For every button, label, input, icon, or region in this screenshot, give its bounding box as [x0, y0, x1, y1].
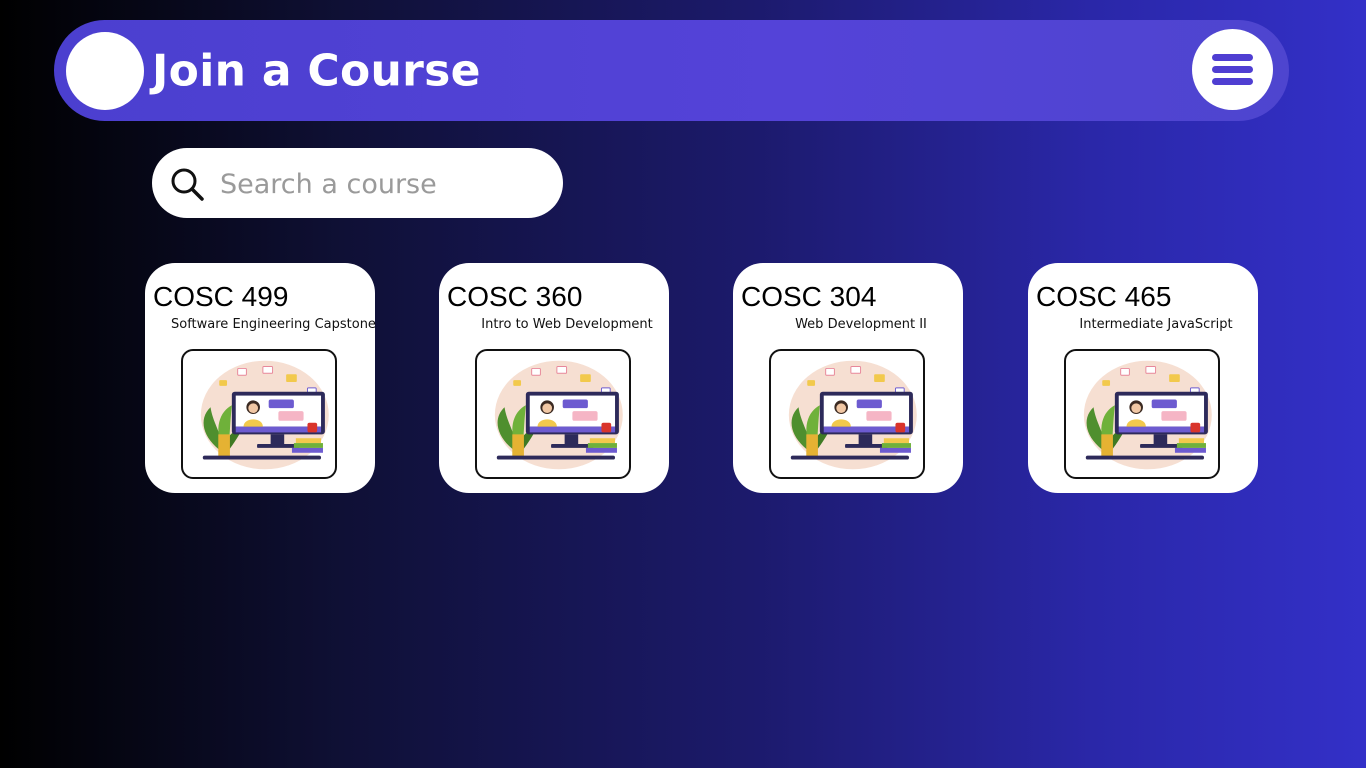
online-learning-illustration [769, 349, 925, 479]
search-input[interactable] [218, 160, 542, 208]
course-code: COSC 499 [153, 281, 289, 312]
course-code: COSC 360 [447, 281, 583, 312]
course-card-cosc304[interactable]: COSC 304 Web Development II [733, 263, 963, 493]
profile-avatar[interactable] [66, 32, 144, 110]
hamburger-bar-2 [1212, 66, 1253, 73]
search-icon [171, 168, 204, 201]
course-code: COSC 465 [1036, 281, 1172, 312]
hamburger-bar-3 [1212, 78, 1253, 85]
course-card-cosc360[interactable]: COSC 360 Intro to Web Development [439, 263, 669, 493]
course-name: Intro to Web Development [481, 317, 653, 332]
app-header: Join a Course [54, 20, 1289, 121]
course-card-cosc499[interactable]: COSC 499 Software Engineering Capstone [145, 263, 376, 493]
course-name: Web Development II [795, 317, 927, 332]
online-learning-illustration [475, 349, 631, 479]
course-name: Intermediate JavaScript [1079, 317, 1233, 332]
hamburger-menu-icon [1212, 54, 1253, 61]
menu-button[interactable] [1192, 29, 1273, 110]
page-title: Join a Course [152, 45, 481, 96]
online-learning-illustration [1064, 349, 1220, 479]
search-bar[interactable] [152, 148, 563, 218]
online-learning-illustration [181, 349, 337, 479]
course-name: Software Engineering Capstone [171, 317, 376, 332]
course-code: COSC 304 [741, 281, 877, 312]
course-card-cosc465[interactable]: COSC 465 Intermediate JavaScript [1028, 263, 1258, 493]
